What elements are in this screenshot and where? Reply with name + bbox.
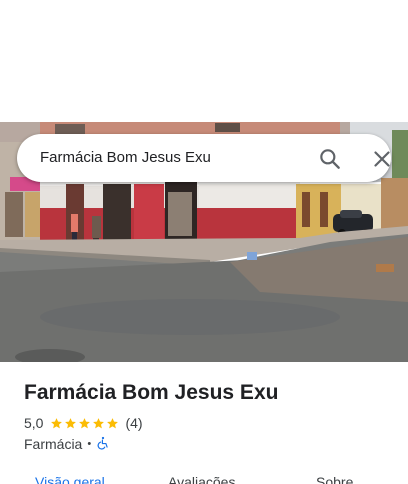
map-top-area bbox=[0, 0, 408, 122]
place-title: Farmácia Bom Jesus Exu bbox=[24, 381, 279, 404]
star-icon bbox=[51, 417, 63, 428]
rating-value: 5,0 bbox=[24, 415, 44, 431]
star-icon bbox=[79, 417, 91, 428]
star-icon bbox=[93, 417, 105, 428]
star-rating bbox=[50, 417, 120, 430]
search-bar[interactable]: Farmácia Bom Jesus Exu bbox=[17, 134, 391, 182]
tab-overview[interactable]: Visão geral bbox=[35, 474, 105, 484]
tab-reviews[interactable]: Avaliações bbox=[168, 474, 235, 484]
close-icon[interactable] bbox=[369, 146, 395, 172]
wheelchair-accessible-icon bbox=[96, 436, 110, 453]
review-count[interactable]: (4) bbox=[125, 415, 142, 431]
rating-row[interactable]: 5,0 (4) bbox=[24, 414, 143, 432]
separator-dot: • bbox=[87, 438, 92, 450]
search-input[interactable]: Farmácia Bom Jesus Exu bbox=[40, 134, 211, 182]
star-icon bbox=[107, 417, 119, 428]
star-icon bbox=[65, 417, 77, 428]
place-category: Farmácia bbox=[24, 436, 83, 452]
place-tabs: Visão geral Avaliações Sobre bbox=[0, 470, 408, 484]
search-icon[interactable] bbox=[317, 146, 343, 172]
tab-about[interactable]: Sobre bbox=[316, 474, 353, 484]
category-row: Farmácia • bbox=[24, 435, 110, 453]
